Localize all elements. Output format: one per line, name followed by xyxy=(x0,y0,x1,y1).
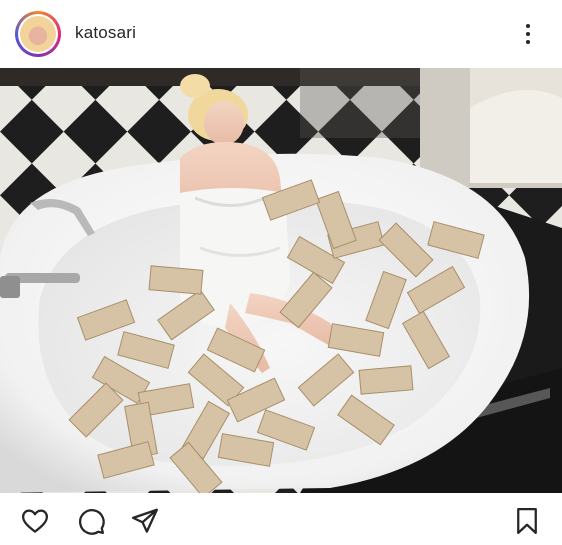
username[interactable]: katosari xyxy=(75,23,136,43)
bookmark-icon[interactable] xyxy=(512,506,542,536)
send-icon[interactable] xyxy=(130,506,160,536)
comment-icon[interactable] xyxy=(76,506,106,536)
avatar[interactable] xyxy=(15,11,61,57)
action-bar xyxy=(0,496,562,545)
more-options-icon[interactable] xyxy=(518,18,538,50)
post-header: katosari xyxy=(0,0,562,68)
heart-icon[interactable] xyxy=(20,506,50,536)
post-photo[interactable] xyxy=(0,68,562,493)
